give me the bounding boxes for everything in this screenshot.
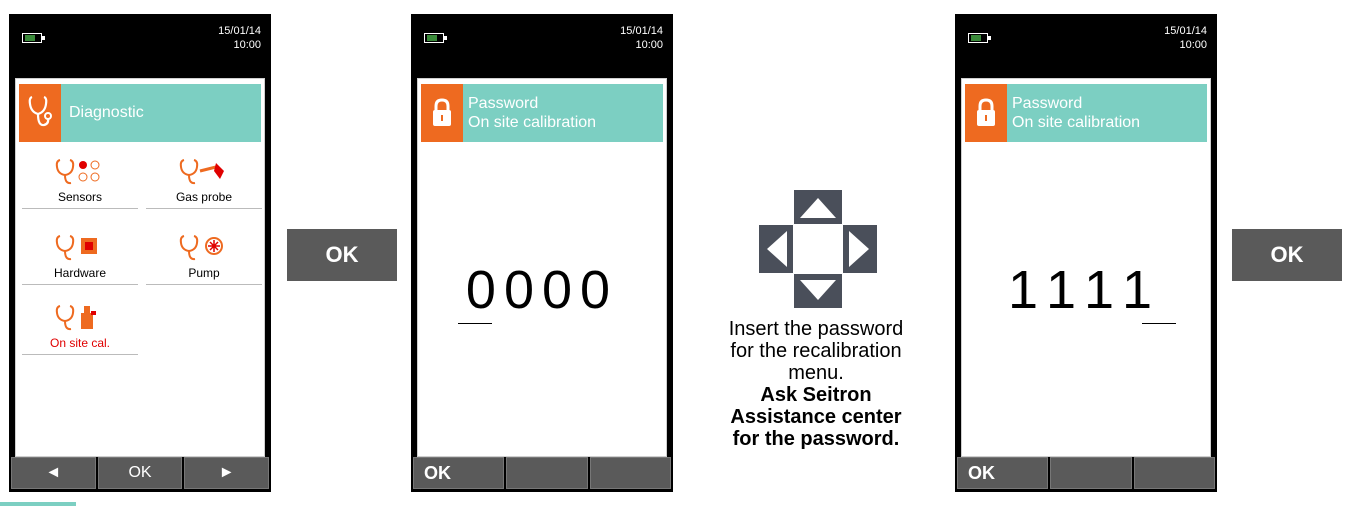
up-arrow-icon[interactable]	[794, 190, 842, 224]
password-subtitle: On site calibration	[468, 114, 597, 131]
time: 10:00	[1179, 39, 1207, 51]
on-site-cal-icon	[55, 305, 96, 331]
password-label: Password	[1012, 95, 1083, 112]
right-softkey[interactable]: ►	[184, 457, 270, 489]
date-time: 15/01/14 10:00	[1164, 24, 1207, 52]
softkey-3[interactable]	[1133, 457, 1215, 489]
softkey-2[interactable]	[1050, 457, 1132, 489]
menu-title: Diagnostic	[69, 104, 144, 121]
menu-item-label: Hardware	[53, 266, 107, 280]
left-softkey[interactable]: ◄	[11, 457, 96, 489]
menu-item-sensors[interactable]: Sensors	[22, 157, 138, 209]
softkey-bar: OK	[957, 457, 1215, 489]
password-panel: Password On site calibration 1111	[961, 78, 1211, 457]
status-bar: 15/01/14 10:00	[9, 14, 271, 72]
battery-icon	[968, 33, 991, 43]
menu-item-label: Sensors	[57, 190, 103, 204]
status-bar: 15/01/14 10:00	[955, 14, 1217, 72]
menu-item-gas-probe[interactable]: Gas probe	[146, 157, 262, 209]
date-time: 15/01/14 10:00	[218, 24, 261, 52]
ok-key-button[interactable]: OK	[1232, 229, 1342, 281]
password-panel: Password On site calibration 0000	[417, 78, 667, 457]
instruction-caption: Insert the password for the recalibratio…	[690, 318, 942, 450]
password-digits[interactable]: 0000	[418, 259, 666, 321]
stethoscope-icon	[19, 84, 61, 142]
device-screen-password-empty: 15/01/14 10:00 Password On site calibrat…	[411, 14, 673, 492]
date: 15/01/14	[620, 25, 663, 37]
battery-icon	[424, 33, 447, 43]
ok-softkey[interactable]: OK	[97, 457, 183, 489]
digit-cursor	[1142, 323, 1176, 324]
menu-header: Diagnostic	[19, 84, 261, 142]
menu-item-label: Pump	[188, 266, 220, 280]
navigation-pad	[759, 190, 877, 308]
date-time: 15/01/14 10:00	[620, 24, 663, 52]
caption-line: for the recalibration	[730, 340, 902, 362]
device-screen-password-filled: 15/01/14 10:00 Password On site calibrat…	[955, 14, 1217, 492]
password-label: Password	[468, 95, 539, 112]
ok-softkey[interactable]: OK	[413, 457, 505, 489]
caption-line: menu.	[788, 362, 844, 384]
menu-item-pump[interactable]: Pump	[146, 233, 262, 285]
softkey-bar: OK	[413, 457, 671, 489]
softkey-2[interactable]	[506, 457, 588, 489]
pump-icon	[179, 235, 223, 261]
caption-line: Insert the password	[728, 318, 904, 340]
lock-icon	[421, 84, 463, 142]
accent-swatch	[0, 502, 76, 506]
menu-item-hardware[interactable]: Hardware	[22, 233, 138, 285]
left-arrow-icon[interactable]	[759, 225, 793, 273]
menu-panel: Diagnostic Sensors Gas probe Hardware Pu…	[15, 78, 265, 457]
status-bar: 15/01/14 10:00	[411, 14, 673, 72]
sensors-icon	[55, 159, 100, 185]
password-subtitle: On site calibration	[1012, 114, 1141, 131]
hardware-icon	[55, 235, 97, 261]
password-digits[interactable]: 1111	[962, 259, 1210, 321]
password-title: Password On site calibration	[468, 94, 596, 132]
menu-item-label: Gas probe	[175, 190, 233, 204]
date: 15/01/14	[1164, 25, 1207, 37]
device-screen-diagnostic: 15/01/14 10:00 Diagnostic Sensors Gas pr…	[9, 14, 271, 492]
date: 15/01/14	[218, 25, 261, 37]
lock-icon	[965, 84, 1007, 142]
ok-softkey[interactable]: OK	[957, 457, 1049, 489]
password-header: Password On site calibration	[965, 84, 1207, 142]
down-arrow-icon[interactable]	[794, 274, 842, 308]
battery-icon	[22, 33, 45, 43]
digit-cursor	[458, 323, 492, 324]
gas-probe-icon	[179, 159, 224, 185]
password-title: Password On site calibration	[1012, 94, 1140, 132]
menu-item-on-site-cal[interactable]: On site cal.	[22, 303, 138, 355]
time: 10:00	[233, 39, 261, 51]
right-arrow-icon[interactable]	[843, 225, 877, 273]
menu-item-label: On site cal.	[49, 336, 111, 350]
softkey-bar: ◄ OK ►	[11, 457, 270, 489]
softkey-3[interactable]	[589, 457, 671, 489]
caption-bold-line: Ask Seitron	[760, 384, 872, 406]
caption-bold-line: Assistance center	[730, 406, 902, 428]
caption-bold-line: for the password.	[732, 428, 900, 450]
time: 10:00	[635, 39, 663, 51]
password-header: Password On site calibration	[421, 84, 663, 142]
ok-key-button[interactable]: OK	[287, 229, 397, 281]
